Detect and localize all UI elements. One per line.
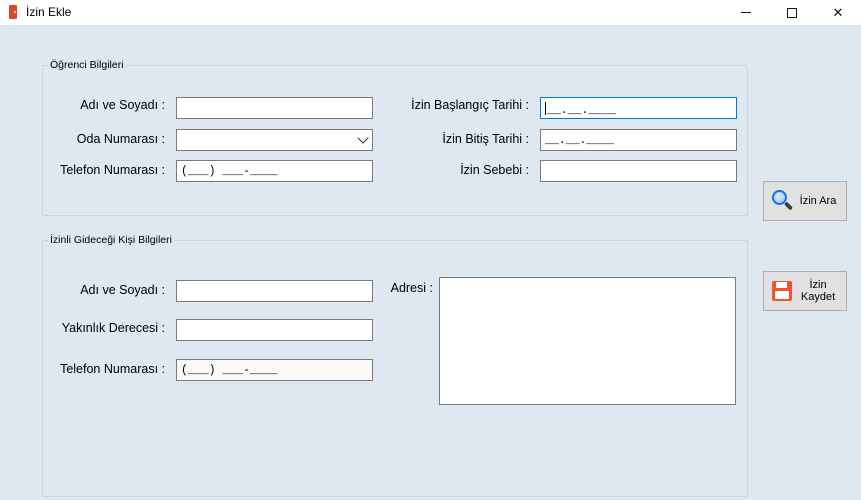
minimize-icon (741, 12, 751, 13)
door-icon (8, 5, 18, 19)
student-info-group-title: Öğrenci Bilgileri (48, 59, 126, 71)
close-button[interactable]: ✕ (815, 0, 861, 25)
search-leave-label: İzin Ara (799, 195, 837, 207)
guardian-name-field[interactable] (176, 280, 373, 302)
window-title: İzin Ekle (26, 5, 72, 19)
end-date-label: İzin Bitiş Tarihi : (442, 132, 529, 146)
start-date-field[interactable]: __.__.____ (540, 97, 737, 119)
chevron-down-icon (357, 132, 369, 144)
save-leave-label-line1: İzin (809, 279, 827, 291)
leave-reason-field[interactable] (540, 160, 737, 182)
save-leave-label-line2: Kaydet (800, 291, 836, 303)
save-leave-label: İzin Kaydet (794, 279, 846, 303)
end-date-field[interactable]: __.__.____ (540, 129, 737, 151)
save-leave-button[interactable]: İzin Kaydet (763, 271, 847, 311)
relation-label: Yakınlık Derecesi : (61, 321, 165, 335)
relation-field[interactable] (176, 319, 373, 341)
form-client-area: Öğrenci Bilgileri Adı ve Soyadı : Oda Nu… (0, 25, 861, 500)
save-icon (770, 279, 794, 303)
text-caret (545, 102, 546, 115)
address-textarea[interactable] (439, 277, 736, 405)
maximize-button[interactable] (769, 0, 815, 25)
room-number-select[interactable] (176, 129, 373, 151)
close-icon: ✕ (832, 4, 844, 20)
start-date-value: __.__.____ (547, 104, 617, 117)
maximize-icon (787, 7, 797, 18)
leave-reason-label: İzin Sebebi : (460, 163, 529, 177)
address-label: Adresi : (390, 281, 433, 295)
guardian-name-label: Adı ve Soyadı : (80, 283, 165, 297)
guardian-phone-field[interactable]: (___) ___-____ (176, 359, 373, 381)
room-number-label: Oda Numarası : (76, 132, 165, 146)
minimize-button[interactable] (723, 0, 769, 25)
guardian-info-group-title: İzinli Gideceği Kişi Bilgileri (48, 234, 174, 246)
student-name-label: Adı ve Soyadı : (80, 98, 165, 112)
start-date-label: İzin Başlangıç Tarihi : (411, 98, 529, 112)
student-phone-label: Telefon Numarası : (60, 163, 165, 177)
search-icon (770, 189, 794, 213)
search-leave-button[interactable]: İzin Ara (763, 181, 847, 221)
student-phone-field[interactable]: (___) ___-____ (176, 160, 373, 182)
title-bar: İzin Ekle ✕ (0, 0, 861, 25)
student-name-field[interactable] (176, 97, 373, 119)
guardian-phone-label: Telefon Numarası : (60, 362, 165, 376)
